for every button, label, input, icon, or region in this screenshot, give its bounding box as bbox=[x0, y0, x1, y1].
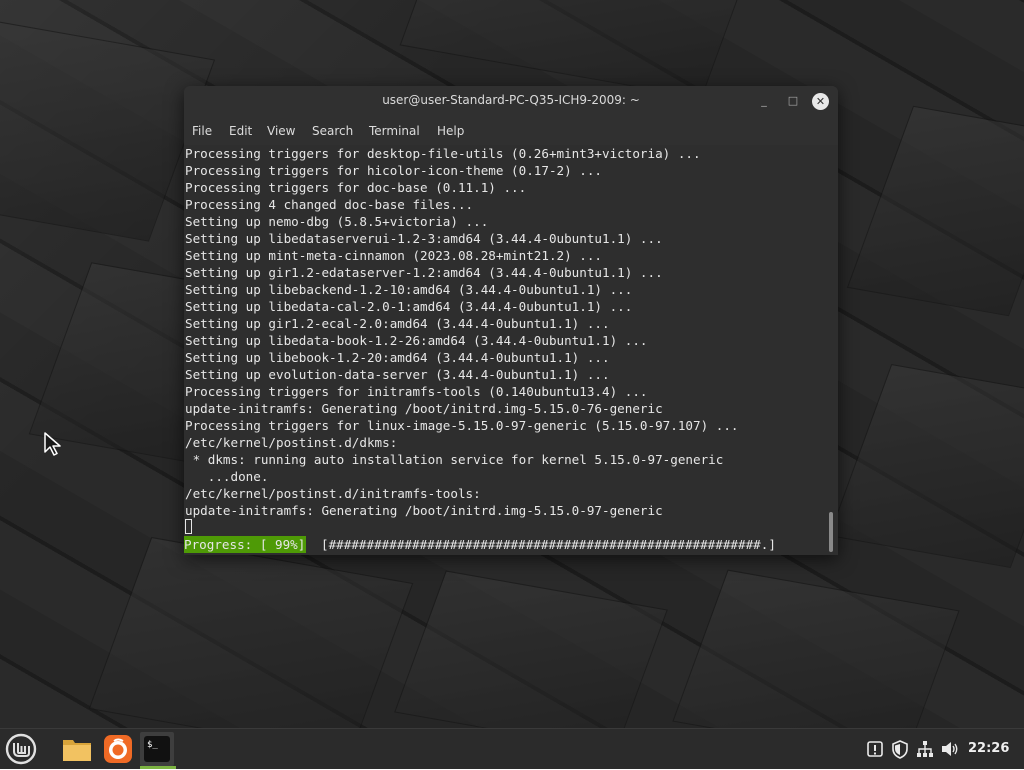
terminal-line: Setting up mint-meta-cinnamon (2023.08.2… bbox=[185, 248, 603, 263]
terminal-line: * dkms: running auto installation servic… bbox=[185, 452, 724, 467]
terminal-launcher[interactable]: $_ bbox=[140, 732, 174, 766]
update-manager-icon[interactable] bbox=[865, 739, 885, 759]
terminal-output[interactable]: Processing triggers for desktop-file-uti… bbox=[184, 145, 838, 555]
wallpaper-tile bbox=[672, 569, 960, 728]
menu-edit[interactable]: Edit bbox=[229, 124, 252, 138]
volume-icon[interactable] bbox=[940, 739, 960, 759]
linux-mint-icon bbox=[5, 733, 37, 765]
folder-icon bbox=[63, 740, 91, 761]
terminal-line: Setting up gir1.2-ecal-2.0:amd64 (3.44.4… bbox=[185, 316, 610, 331]
close-button[interactable]: ✕ bbox=[812, 93, 829, 110]
terminal-line: Setting up libedataserverui-1.2-3:amd64 … bbox=[185, 231, 663, 246]
terminal-line: Setting up evolution-data-server (3.44.4… bbox=[185, 367, 610, 382]
terminal-icon: $_ bbox=[144, 736, 170, 762]
shield-icon[interactable] bbox=[890, 739, 910, 759]
terminal-line: Processing triggers for doc-base (0.11.1… bbox=[185, 180, 527, 195]
wallpaper-tile bbox=[399, 0, 743, 99]
files-launcher[interactable] bbox=[60, 732, 94, 766]
terminal-line: Processing triggers for linux-image-5.15… bbox=[185, 418, 739, 433]
wallpaper-tile bbox=[828, 363, 1024, 569]
terminal-line: update-initramfs: Generating /boot/initr… bbox=[185, 503, 663, 518]
menu-file[interactable]: File bbox=[192, 124, 212, 138]
terminal-line: Processing triggers for initramfs-tools … bbox=[185, 384, 648, 399]
minimize-button[interactable]: _ bbox=[756, 93, 772, 109]
menu-view[interactable]: View bbox=[267, 124, 295, 138]
progress-bar-text: [#######################################… bbox=[321, 537, 776, 552]
menu-help[interactable]: Help bbox=[437, 124, 464, 138]
window-titlebar[interactable]: user@user-Standard-PC-Q35-ICH9-2009: ~ _… bbox=[184, 86, 838, 116]
wallpaper-tile bbox=[0, 20, 216, 242]
menu-terminal[interactable]: Terminal bbox=[369, 124, 420, 138]
mouse-pointer-icon bbox=[44, 432, 61, 456]
firefox-icon bbox=[104, 735, 132, 763]
terminal-line: Setting up gir1.2-edataserver-1.2:amd64 … bbox=[185, 265, 663, 280]
network-icon[interactable] bbox=[915, 739, 935, 759]
terminal-scrollbar[interactable] bbox=[829, 512, 833, 552]
terminal-line: Processing 4 changed doc-base files... bbox=[185, 197, 474, 212]
maximize-button[interactable]: □ bbox=[785, 93, 801, 109]
wallpaper-tile bbox=[394, 570, 668, 728]
terminal-line: Processing triggers for desktop-file-uti… bbox=[185, 146, 701, 161]
taskbar: $_ 22:26 bbox=[0, 728, 1024, 769]
svg-text:$_: $_ bbox=[147, 740, 158, 750]
terminal-line: /etc/kernel/postinst.d/dkms: bbox=[185, 435, 398, 450]
terminal-line: Setting up nemo-dbg (5.8.5+victoria) ... bbox=[185, 214, 489, 229]
menubar: File Edit View Search Terminal Help bbox=[184, 116, 838, 146]
terminal-line: /etc/kernel/postinst.d/initramfs-tools: bbox=[185, 486, 481, 501]
clock[interactable]: 22:26 bbox=[968, 741, 1009, 756]
terminal-line: update-initramfs: Generating /boot/initr… bbox=[185, 401, 663, 416]
terminal-line: Setting up libedata-book-1.2-26:amd64 (3… bbox=[185, 333, 648, 348]
window-title: user@user-Standard-PC-Q35-ICH9-2009: ~ bbox=[382, 93, 640, 107]
terminal-line: Setting up libedata-cal-2.0-1:amd64 (3.4… bbox=[185, 299, 633, 314]
menu-search[interactable]: Search bbox=[312, 124, 353, 138]
progress-label: Progress: [ 99%] bbox=[184, 536, 307, 553]
mint-menu-button[interactable] bbox=[4, 732, 38, 766]
terminal-line: ...done. bbox=[185, 469, 269, 484]
terminal-cursor bbox=[185, 519, 192, 534]
terminal-window[interactable]: user@user-Standard-PC-Q35-ICH9-2009: ~ _… bbox=[184, 86, 838, 555]
terminal-line: Setting up libebook-1.2-20:amd64 (3.44.4… bbox=[185, 350, 610, 365]
terminal-line: Processing triggers for hicolor-icon-the… bbox=[185, 163, 603, 178]
wallpaper-tile bbox=[846, 105, 1024, 317]
wallpaper-tile bbox=[88, 536, 414, 728]
firefox-launcher[interactable] bbox=[101, 732, 135, 766]
terminal-line: Setting up libebackend-1.2-10:amd64 (3.4… bbox=[185, 282, 633, 297]
